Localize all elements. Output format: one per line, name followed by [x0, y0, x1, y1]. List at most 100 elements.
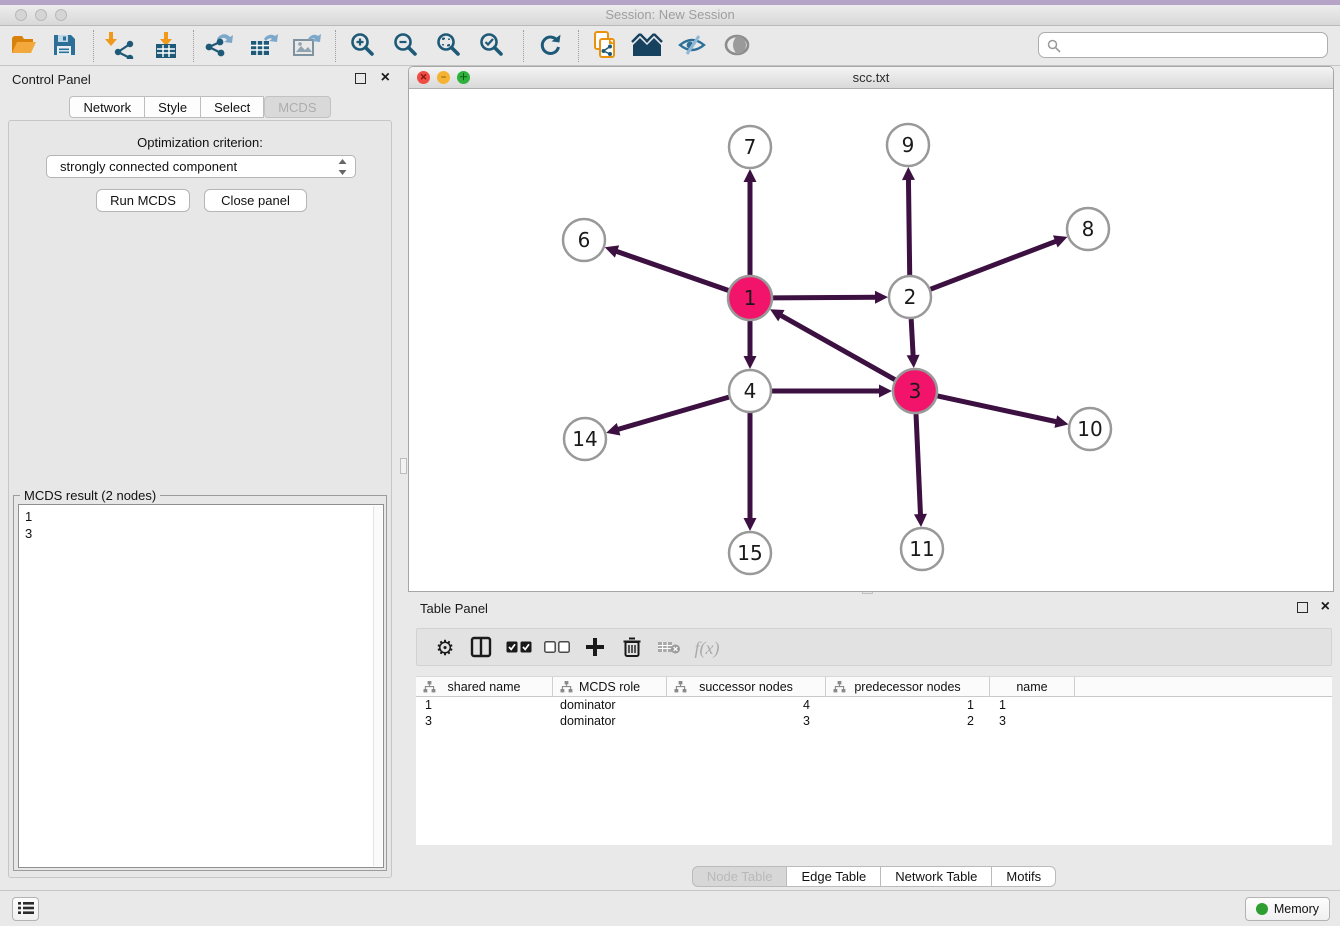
control-panel-float-button[interactable] — [355, 73, 366, 84]
tab-select[interactable]: Select — [201, 96, 264, 118]
birdseye-view-button[interactable] — [720, 30, 754, 62]
column-header-name[interactable]: name — [990, 677, 1075, 697]
node-table[interactable]: shared name MCDS role successor nodes pr… — [416, 676, 1332, 845]
toolbar-separator — [335, 30, 336, 62]
gear-icon: ⚙ — [436, 636, 455, 660]
column-header-predecessor-nodes[interactable]: predecessor nodes — [826, 677, 990, 697]
home-view-button[interactable] — [631, 30, 665, 62]
window-zoom-button[interactable] — [55, 9, 67, 21]
delete-column-button[interactable] — [616, 632, 648, 664]
cell-successor-nodes[interactable]: 3 — [667, 713, 826, 729]
table-tabs: Node Table Edge Table Network Table Moti… — [408, 866, 1340, 887]
toolbar-separator — [93, 30, 94, 62]
optimization-criterion-select[interactable]: strongly connected component — [46, 155, 356, 178]
zoom-in-button[interactable] — [346, 30, 380, 62]
plus-icon — [585, 637, 605, 660]
export-image-button[interactable] — [289, 30, 323, 62]
trash-icon — [622, 636, 642, 661]
zoom-out-button[interactable] — [389, 30, 423, 62]
unselect-all-columns-button[interactable] — [541, 632, 573, 664]
duplicate-view-button[interactable] — [588, 30, 622, 62]
network-close-button[interactable]: ✕ — [417, 71, 430, 84]
table-panel-float-button[interactable] — [1297, 602, 1308, 613]
table-row[interactable]: 1 dominator 4 1 1 — [416, 697, 1332, 713]
cell-mcds-role[interactable]: dominator — [553, 713, 667, 729]
eye-slash-icon — [677, 32, 707, 61]
graphics-details-button[interactable] — [675, 30, 709, 62]
list-icon — [18, 901, 34, 918]
apply-layout-button[interactable] — [533, 30, 567, 62]
zoom-selected-button[interactable] — [475, 30, 509, 62]
save-session-button[interactable] — [47, 30, 81, 62]
eye-icon — [722, 32, 752, 61]
cell-name[interactable]: 3 — [990, 713, 1075, 729]
unchecked-boxes-icon — [544, 641, 570, 656]
network-minimize-button[interactable]: − — [437, 71, 450, 84]
network-canvas[interactable]: 7968124314101511 — [409, 89, 1333, 591]
import-network-button[interactable] — [103, 30, 137, 62]
window-minimize-button[interactable] — [35, 9, 47, 21]
delete-table-button[interactable] — [653, 632, 685, 664]
network-window-titlebar[interactable]: ✕ − ＋ scc.txt — [409, 67, 1333, 89]
mcds-result-list[interactable]: 1 3 — [18, 504, 384, 868]
memory-button[interactable]: Memory — [1245, 897, 1330, 921]
tab-network[interactable]: Network — [69, 96, 145, 118]
hierarchy-icon — [833, 681, 846, 696]
search-input[interactable] — [1065, 34, 1321, 56]
column-header-successor-nodes[interactable]: successor nodes — [667, 677, 826, 697]
tab-network-table[interactable]: Network Table — [881, 866, 992, 887]
column-header-mcds-role[interactable]: MCDS role — [553, 677, 667, 697]
close-panel-button[interactable]: Close panel — [204, 189, 307, 212]
window-titlebar[interactable]: Session: New Session — [0, 5, 1340, 26]
copy-network-icon — [591, 30, 619, 63]
import-network-icon — [105, 31, 135, 62]
table-row[interactable]: 3 dominator 3 2 3 — [416, 713, 1332, 729]
tab-motifs[interactable]: Motifs — [992, 866, 1056, 887]
mcds-result-item: 3 — [19, 525, 383, 542]
select-all-columns-button[interactable] — [503, 632, 535, 664]
tab-node-table[interactable]: Node Table — [692, 866, 788, 887]
run-mcds-button[interactable]: Run MCDS — [96, 189, 190, 212]
network-graph[interactable]: 7968124314101511 — [409, 89, 1333, 591]
cell-shared-name[interactable]: 1 — [416, 697, 553, 713]
task-history-button[interactable] — [12, 897, 39, 921]
column-layout-button[interactable] — [465, 632, 497, 664]
function-builder-button[interactable]: f(x) — [691, 632, 723, 664]
tab-edge-table[interactable]: Edge Table — [787, 866, 881, 887]
mcds-panel: Optimization criterion: strongly connect… — [8, 120, 392, 878]
zoom-fit-button[interactable] — [432, 30, 466, 62]
open-session-button[interactable] — [6, 30, 40, 62]
create-column-button[interactable] — [579, 632, 611, 664]
graph-node-label: 7 — [744, 135, 757, 159]
window-close-button[interactable] — [15, 9, 27, 21]
search-field[interactable] — [1038, 32, 1328, 58]
cell-successor-nodes[interactable]: 4 — [667, 697, 826, 713]
export-network-button[interactable] — [202, 30, 236, 62]
delete-table-icon — [657, 639, 681, 658]
column-header-shared-name[interactable]: shared name — [416, 677, 553, 697]
tab-mcds[interactable]: MCDS — [264, 96, 330, 118]
result-scrollbar[interactable] — [373, 506, 382, 866]
vertical-splitter-handle[interactable] — [400, 458, 407, 474]
table-settings-button[interactable]: ⚙ — [429, 632, 461, 664]
zoom-out-icon — [392, 31, 420, 62]
network-maximize-button[interactable]: ＋ — [457, 71, 470, 84]
graph-node-label: 15 — [737, 541, 762, 565]
optimization-criterion-label: Optimization criterion: — [9, 135, 391, 150]
memory-status-icon — [1256, 903, 1268, 915]
control-panel-close-button[interactable]: × — [381, 72, 390, 84]
tab-style[interactable]: Style — [145, 96, 201, 118]
export-table-button[interactable] — [246, 30, 280, 62]
status-bar: Memory — [0, 890, 1340, 926]
import-table-button[interactable] — [149, 30, 183, 62]
cell-name[interactable]: 1 — [990, 697, 1075, 713]
memory-label: Memory — [1274, 902, 1319, 916]
save-floppy-icon — [51, 32, 77, 61]
cell-predecessor-nodes[interactable]: 2 — [826, 713, 990, 729]
table-panel-title: Table Panel — [420, 601, 488, 616]
cell-predecessor-nodes[interactable]: 1 — [826, 697, 990, 713]
fx-icon: f(x) — [695, 638, 720, 659]
table-panel-close-button[interactable]: × — [1321, 601, 1330, 613]
cell-shared-name[interactable]: 3 — [416, 713, 553, 729]
cell-mcds-role[interactable]: dominator — [553, 697, 667, 713]
